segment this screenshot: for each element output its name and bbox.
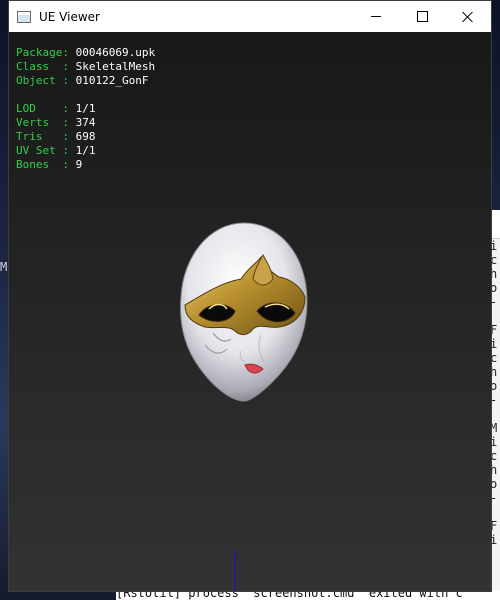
tris-value: 698 [75, 130, 96, 143]
verts-label: Verts : [16, 116, 69, 129]
background-text-fragment: M [0, 260, 8, 274]
3d-viewport[interactable]: Package: 00046069.upk Class : SkeletalMe… [9, 32, 491, 591]
class-row: Class : SkeletalMesh [16, 60, 155, 74]
close-button[interactable] [445, 1, 491, 32]
axis-line [235, 550, 236, 591]
tris-row: Tris : 698 [16, 130, 155, 144]
package-value: 00046069.upk [75, 46, 156, 59]
class-value: SkeletalMesh [75, 60, 156, 73]
verts-row: Verts : 374 [16, 116, 155, 130]
uvset-label: UV Set : [16, 144, 69, 157]
lod-value: 1/1 [75, 102, 96, 115]
window-title: UE Viewer [39, 9, 100, 24]
uvset-row: UV Set : 1/1 [16, 144, 155, 158]
bones-row: Bones : 9 [16, 158, 155, 172]
object-value: 010122_GonF [75, 74, 149, 87]
lod-label: LOD : [16, 102, 69, 115]
tris-label: Tris : [16, 130, 69, 143]
ue-viewer-window[interactable]: UE Viewer Package: 00046069.upk Class : … [8, 0, 492, 592]
object-row: Object : 010122_GonF [16, 74, 155, 88]
app-icon [17, 10, 31, 23]
mask-model[interactable] [169, 217, 319, 402]
bones-value: 9 [75, 158, 83, 171]
maximize-icon [416, 11, 428, 22]
package-row: Package: 00046069.upk [16, 46, 155, 60]
class-label: Class : [16, 60, 69, 73]
window-titlebar[interactable]: UE Viewer [9, 1, 491, 32]
maximize-button[interactable] [399, 1, 445, 32]
package-label: Package: [16, 46, 69, 59]
lod-row: LOD : 1/1 [16, 102, 155, 116]
minimize-button[interactable] [353, 1, 399, 32]
mesh-info-overlay: Package: 00046069.upk Class : SkeletalMe… [16, 46, 155, 172]
verts-value: 374 [75, 116, 96, 129]
uvset-value: 1/1 [75, 144, 96, 157]
bones-label: Bones : [16, 158, 69, 171]
minimize-icon [371, 16, 381, 17]
object-label: Object : [16, 74, 69, 87]
close-icon [462, 11, 474, 23]
